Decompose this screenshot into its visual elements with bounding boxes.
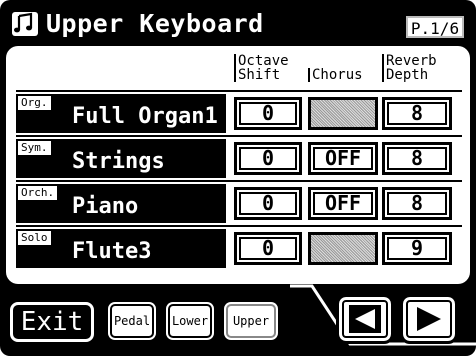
- prev-page-button[interactable]: [336, 294, 394, 344]
- octave-shift-button[interactable]: 0: [234, 97, 302, 130]
- divider: [16, 90, 462, 92]
- category-label: Org.: [18, 96, 51, 110]
- tone-name: Flute3: [72, 239, 152, 264]
- screen: Upper Keyboard P.1/6 Octave Shift Chorus…: [0, 0, 476, 356]
- reverb-depth-button[interactable]: 8: [382, 97, 452, 130]
- divider: [16, 180, 462, 182]
- footer-bar: Exit Pedal Lower Upper: [0, 284, 476, 356]
- header-chorus: Chorus: [308, 68, 378, 82]
- triangle-right-icon: [417, 307, 441, 331]
- divider: [16, 135, 462, 137]
- next-page-button[interactable]: [400, 294, 458, 344]
- category-label: Sym.: [18, 141, 51, 155]
- divider: [16, 225, 462, 227]
- page-title: Upper Keyboard: [46, 9, 264, 38]
- reverb-depth-button[interactable]: 8: [382, 142, 452, 175]
- tone-name: Strings: [72, 149, 165, 174]
- header-octave-shift: Octave Shift: [234, 54, 302, 82]
- page-indicator: P.1/6: [406, 16, 464, 38]
- chorus-button[interactable]: OFF: [308, 187, 378, 220]
- reverb-depth-button[interactable]: 9: [382, 232, 452, 265]
- tone-row-4[interactable]: Solo Flute3: [16, 229, 226, 268]
- category-label: Orch.: [18, 186, 58, 200]
- exit-button[interactable]: Exit: [10, 302, 94, 342]
- octave-shift-button[interactable]: 0: [234, 232, 302, 265]
- chorus-button-disabled: [308, 232, 378, 265]
- chorus-button-disabled: [308, 97, 378, 130]
- triangle-left-icon: [349, 305, 381, 333]
- tone-name: Piano: [72, 194, 139, 219]
- music-notes-icon: [12, 12, 38, 36]
- tone-row-3[interactable]: Orch. Piano: [16, 184, 226, 223]
- octave-shift-button[interactable]: 0: [234, 142, 302, 175]
- chorus-button[interactable]: OFF: [308, 142, 378, 175]
- reverb-depth-button[interactable]: 8: [382, 187, 452, 220]
- part-pedal-button[interactable]: Pedal: [110, 304, 154, 338]
- tone-row-2[interactable]: Sym. Strings: [16, 139, 226, 178]
- header-reverb-depth: Reverb Depth: [382, 54, 452, 82]
- tone-name: Full Organ1: [72, 104, 218, 129]
- part-upper-button[interactable]: Upper: [226, 304, 276, 338]
- tone-row-1[interactable]: Org. Full Organ1: [16, 94, 226, 133]
- title-bar: Upper Keyboard P.1/6: [8, 6, 468, 42]
- settings-panel: Octave Shift Chorus Reverb Depth Org. Fu…: [6, 46, 470, 284]
- part-lower-button[interactable]: Lower: [168, 304, 212, 338]
- octave-shift-button[interactable]: 0: [234, 187, 302, 220]
- category-label: Solo: [18, 231, 51, 245]
